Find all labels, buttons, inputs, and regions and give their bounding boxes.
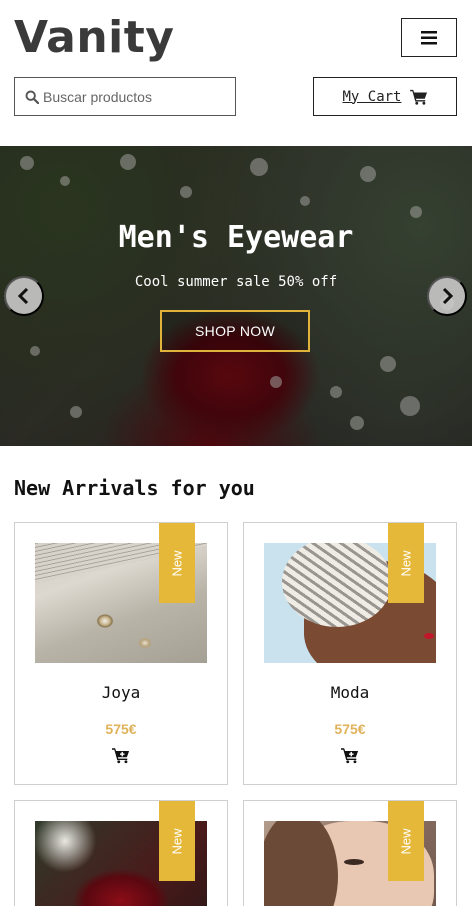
product-price: 575€ bbox=[105, 721, 137, 737]
my-cart-label: My Cart bbox=[342, 88, 402, 105]
new-badge: New bbox=[159, 523, 195, 603]
hamburger-menu-icon bbox=[421, 30, 437, 44]
section-title: New Arrivals for you bbox=[14, 476, 255, 500]
add-to-cart-button[interactable] bbox=[111, 745, 131, 765]
product-card[interactable]: New Moda 575€ bbox=[243, 522, 457, 785]
hero-subtitle: Cool summer sale 50% off bbox=[134, 274, 338, 290]
search-icon bbox=[25, 90, 39, 104]
my-cart-button[interactable]: My Cart bbox=[313, 77, 457, 116]
chevron-left-icon bbox=[17, 288, 29, 304]
menu-toggle-button[interactable] bbox=[401, 18, 457, 57]
cart-plus-icon bbox=[112, 747, 130, 763]
new-badge: New bbox=[388, 523, 424, 603]
new-badge: New bbox=[388, 801, 424, 881]
hero-overlay bbox=[0, 146, 472, 446]
product-card[interactable]: New bbox=[14, 800, 228, 906]
search-box bbox=[14, 77, 236, 116]
add-to-cart-button[interactable] bbox=[340, 745, 360, 765]
product-price: 575€ bbox=[334, 721, 366, 737]
cart-plus-icon bbox=[341, 747, 359, 763]
product-name: Moda bbox=[330, 683, 370, 702]
carousel-next-button[interactable] bbox=[427, 276, 467, 316]
product-card[interactable]: New Joya 575€ bbox=[14, 522, 228, 785]
hero-carousel: Men's Eyewear Cool summer sale 50% off S… bbox=[0, 146, 472, 446]
shopping-cart-icon bbox=[409, 89, 427, 105]
new-badge: New bbox=[159, 801, 195, 881]
search-input[interactable] bbox=[43, 88, 223, 105]
product-name: Joya bbox=[101, 683, 141, 702]
chevron-right-icon bbox=[442, 288, 454, 304]
brand-logo[interactable]: Vanity bbox=[14, 12, 174, 64]
product-card[interactable]: New bbox=[243, 800, 457, 906]
hero-title: Men's Eyewear bbox=[118, 220, 354, 255]
carousel-prev-button[interactable] bbox=[4, 276, 44, 316]
shop-now-button[interactable]: SHOP NOW bbox=[160, 310, 310, 352]
